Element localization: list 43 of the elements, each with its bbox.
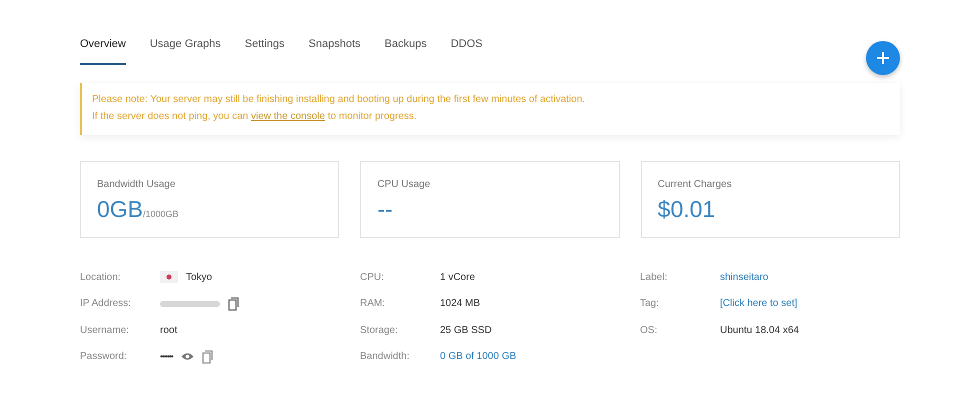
info-value: root xyxy=(160,324,178,336)
tab[interactable]: Settings xyxy=(244,36,285,65)
card-title: Current Charges xyxy=(658,179,733,190)
info-label: Location: xyxy=(80,272,122,283)
info-label: Label: xyxy=(640,272,668,283)
info-label: RAM: xyxy=(360,298,386,310)
info-value: Tokyo xyxy=(186,272,212,283)
eye-icon[interactable] xyxy=(180,352,194,362)
tab[interactable]: Snapshots xyxy=(308,36,361,65)
copy-icon[interactable] xyxy=(202,350,214,364)
blurred-ip-drawing xyxy=(160,298,220,309)
password-value: ••••••• xyxy=(160,352,173,362)
info-label: Bandwidth: xyxy=(360,351,410,362)
info-label: Username: xyxy=(80,324,130,336)
flag-icon xyxy=(160,271,178,284)
tab[interactable]: DDOS xyxy=(450,36,482,65)
copy-icon[interactable] xyxy=(228,296,240,311)
info-label: Password: xyxy=(80,351,128,362)
info-link[interactable]: 0 GB of 1000 GB xyxy=(440,351,516,362)
info-value: 1024 MB xyxy=(440,298,480,310)
info-value: 25 GB SSD xyxy=(440,324,492,336)
card-unit: /1000GB xyxy=(143,209,179,219)
info-label: CPU: xyxy=(360,272,385,283)
info-value: Ubuntu 18.04 x64 xyxy=(720,324,799,336)
info-label: Tag: xyxy=(640,298,660,310)
tab[interactable]: Usage Graphs xyxy=(150,36,221,65)
info-link[interactable]: [Click here to set] xyxy=(720,298,798,310)
add-button[interactable] xyxy=(866,41,900,75)
card-value: $0.01 xyxy=(658,196,716,223)
notice-text: If the server does not ping, you can view the console to monitor progress. xyxy=(92,110,418,124)
card-title: CPU Usage xyxy=(377,179,432,190)
notice-text: Please note: Your server may still be finishing installing and booting up during the first few minutes of activation. xyxy=(92,93,586,107)
plus-icon xyxy=(876,51,890,65)
card-value: -- xyxy=(377,196,393,223)
tab[interactable]: Backups xyxy=(384,36,427,65)
info-label: Storage: xyxy=(360,324,399,336)
info-label: OS: xyxy=(640,324,658,336)
card-value: 0GB xyxy=(97,196,144,223)
info-link[interactable]: shinseitaro xyxy=(720,272,768,283)
info-label: IP Address: xyxy=(80,298,132,310)
info-value: 1 vCore xyxy=(440,272,476,283)
card-title: Bandwidth Usage xyxy=(97,179,176,190)
tab[interactable]: Overview xyxy=(80,36,126,65)
